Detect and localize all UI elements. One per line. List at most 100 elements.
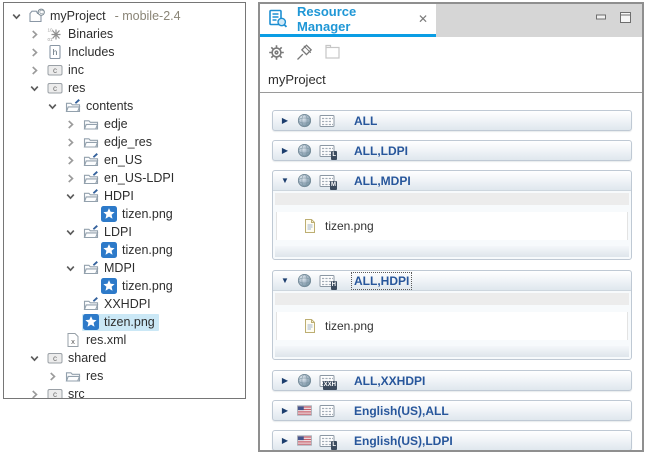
tree-row[interactable]: HDPI	[4, 187, 245, 205]
svg-text:x: x	[71, 337, 75, 346]
tree-label: en_US	[104, 153, 142, 167]
globe-icon	[297, 113, 312, 128]
tab-strip-spacer	[436, 4, 642, 37]
tree-row-project[interactable]: CmyProject- mobile-2.4	[4, 7, 245, 25]
tizen-image-icon	[101, 278, 117, 294]
resource-folder-icon	[65, 98, 81, 114]
tree-row[interactable]: edje	[4, 115, 245, 133]
section-label: ALL,LDPI	[352, 143, 410, 159]
tree-row[interactable]: tizen.png	[4, 205, 245, 223]
section-header[interactable]: ▼ M ALL,MDPI	[273, 171, 631, 191]
chevron-right-icon[interactable]	[65, 135, 82, 149]
dpi-grid-icon	[319, 404, 335, 418]
section-subheader-strip	[275, 193, 629, 205]
chevron-down-icon[interactable]	[29, 81, 46, 95]
new-window-icon	[323, 43, 342, 62]
triangle-down-icon[interactable]: ▼	[280, 177, 290, 185]
chevron-right-icon[interactable]	[65, 153, 82, 167]
chevron-down-icon[interactable]	[47, 99, 64, 113]
tree-row[interactable]: contents	[4, 97, 245, 115]
tree-row[interactable]: tizen.png	[4, 241, 245, 259]
section-header[interactable]: ▶ ALL	[272, 110, 632, 131]
dpi-badge: M	[330, 181, 337, 190]
tree-row[interactable]: en_US-LDPI	[4, 169, 245, 187]
tree-label: src	[68, 387, 85, 399]
c-source-folder-icon: c	[47, 386, 63, 399]
tree-row[interactable]: en_US	[4, 151, 245, 169]
resource-section-enus-ldpi: ▶ L English(US),LDPI	[272, 430, 632, 451]
triangle-right-icon[interactable]: ▶	[280, 407, 290, 415]
tree-row[interactable]: x res.xml	[4, 331, 245, 349]
indent-spacer	[65, 315, 82, 329]
chevron-right-icon[interactable]	[65, 117, 82, 131]
dpi-grid-icon: H	[319, 274, 335, 288]
chevron-right-icon[interactable]	[47, 369, 64, 383]
resource-folder-icon	[83, 224, 99, 240]
chevron-right-icon[interactable]	[29, 27, 46, 41]
tree-label: Includes	[68, 45, 115, 59]
dpi-grid-icon: L	[319, 144, 335, 158]
minimize-icon[interactable]	[595, 11, 608, 23]
svg-text:10: 10	[48, 28, 54, 33]
tree-label: res.xml	[86, 333, 126, 347]
section-header[interactable]: ▶ L English(US),LDPI	[272, 430, 632, 451]
triangle-down-icon[interactable]: ▼	[280, 277, 290, 285]
tree-row[interactable]: cshared	[4, 349, 245, 367]
tree-label: inc	[68, 63, 84, 77]
tab-resource-manager[interactable]: Resource Manager ✕	[260, 4, 436, 37]
tab-title: Resource Manager	[297, 4, 402, 34]
tree-row[interactable]: MDPI	[4, 259, 245, 277]
tree-row[interactable]: res	[4, 367, 245, 385]
indent-spacer	[83, 207, 100, 221]
chevron-down-icon[interactable]	[65, 189, 82, 203]
triangle-right-icon[interactable]: ▶	[280, 147, 290, 155]
tree-row[interactable]: tizen.png	[4, 277, 245, 295]
tizen-image-icon	[83, 314, 99, 330]
chevron-right-icon[interactable]	[29, 45, 46, 59]
tree-row[interactable]: edje_res	[4, 133, 245, 151]
project-name-label: myProject	[268, 72, 326, 87]
tizen-image-icon	[101, 242, 117, 258]
triangle-right-icon[interactable]: ▶	[280, 377, 290, 385]
tree-row[interactable]: XXHDPI	[4, 295, 245, 313]
chevron-right-icon[interactable]	[29, 387, 46, 399]
tree-label: shared	[68, 351, 106, 365]
tree-row[interactable]: 1001Binaries	[4, 25, 245, 43]
tree-label: myProject	[50, 9, 106, 23]
chevron-right-icon[interactable]	[29, 63, 46, 77]
resource-item[interactable]: tizen.png	[277, 318, 374, 334]
chevron-down-icon[interactable]	[29, 351, 46, 365]
chevron-down-icon[interactable]	[65, 225, 82, 239]
chevron-down-icon[interactable]	[65, 261, 82, 275]
triangle-right-icon[interactable]: ▶	[280, 437, 290, 445]
section-label: ALL	[352, 113, 379, 129]
tree-row[interactable]: cres	[4, 79, 245, 97]
chevron-down-icon[interactable]	[11, 9, 28, 23]
indent-spacer	[47, 333, 64, 347]
section-subheader-strip	[275, 293, 629, 305]
tree-row[interactable]: LDPI	[4, 223, 245, 241]
section-header[interactable]: ▶ L ALL,LDPI	[272, 140, 632, 161]
section-header[interactable]: ▼ H ALL,HDPI	[273, 271, 631, 291]
tree-row[interactable]: csrc	[4, 385, 245, 399]
globe-icon	[297, 143, 312, 158]
tree-label: res	[68, 81, 85, 95]
resource-item[interactable]: tizen.png	[277, 218, 374, 234]
triangle-right-icon[interactable]: ▶	[280, 117, 290, 125]
pin-icon[interactable]	[295, 43, 314, 62]
tree-row[interactable]: hIncludes	[4, 43, 245, 61]
binaries-icon: 1001	[47, 26, 63, 42]
indent-spacer	[83, 243, 100, 257]
section-header[interactable]: ▶ English(US),ALL	[272, 400, 632, 421]
close-icon[interactable]: ✕	[418, 12, 428, 26]
section-header[interactable]: ▶ XXH ALL,XXHDPI	[272, 370, 632, 391]
tree-row-selected[interactable]: tizen.png	[4, 313, 245, 331]
resource-folder-icon	[83, 188, 99, 204]
tree-label: edje_res	[104, 135, 152, 149]
section-item-list: tizen.png	[276, 212, 628, 240]
tree-label: tizen.png	[104, 315, 155, 329]
maximize-icon[interactable]	[619, 11, 632, 24]
tree-row[interactable]: cinc	[4, 61, 245, 79]
chevron-right-icon[interactable]	[65, 171, 82, 185]
settings-gear-icon[interactable]	[267, 43, 286, 62]
